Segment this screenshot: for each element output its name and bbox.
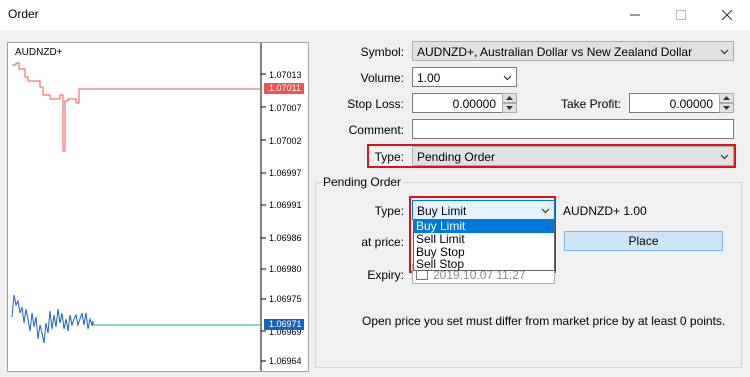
caret-up-icon xyxy=(723,95,730,100)
price-tick: 1.07002 xyxy=(269,136,302,146)
pending-order-group-label: Pending Order xyxy=(321,175,404,189)
stop-loss-value: 0.00000 xyxy=(452,97,496,111)
type-label: Type: xyxy=(374,150,404,164)
chevron-down-icon xyxy=(720,49,729,55)
caret-down-icon xyxy=(723,105,730,110)
price-tick: 1.06986 xyxy=(269,233,302,243)
caret-up-icon xyxy=(506,95,513,100)
maximize-button[interactable] xyxy=(658,0,704,30)
ask-line xyxy=(12,62,261,152)
at-price-label: at price: xyxy=(361,235,404,249)
chart-symbol: AUDNZD+ xyxy=(15,47,63,58)
caret-down-icon xyxy=(506,105,513,110)
maximize-icon xyxy=(676,10,686,20)
title-bar: Order xyxy=(0,0,750,30)
volume-label: Volume: xyxy=(360,71,404,85)
volume-input[interactable]: 1.00 xyxy=(412,67,517,87)
price-tick: 1.07013 xyxy=(269,70,302,80)
price-tick: 1.06997 xyxy=(269,168,302,178)
take-profit-input[interactable]: 0.00000 xyxy=(629,93,734,113)
price-tick: 1.06991 xyxy=(269,200,302,210)
stop-loss-label: Stop Loss: xyxy=(347,97,404,111)
symbol-label: Symbol: xyxy=(360,45,404,59)
place-button[interactable]: Place xyxy=(564,231,723,251)
spin-up-button[interactable] xyxy=(502,93,517,103)
order-type-value: Pending Order xyxy=(417,150,496,164)
bid-price-label: 1.06971 xyxy=(264,319,304,330)
price-tick: 1.06980 xyxy=(269,264,302,274)
stop-loss-spinner[interactable] xyxy=(502,93,517,113)
close-button[interactable] xyxy=(704,0,750,30)
comment-label: Comment: xyxy=(348,123,404,137)
price-tick: 1.06964 xyxy=(269,356,302,366)
pending-type-label: Type: xyxy=(374,204,404,218)
take-profit-spinner[interactable] xyxy=(719,93,734,113)
option-sell-stop[interactable]: Sell Stop xyxy=(414,258,554,271)
bid-line xyxy=(11,294,261,344)
window-title: Order xyxy=(8,7,39,21)
take-profit-value: 0.00000 xyxy=(669,97,713,111)
expiry-label: Expiry: xyxy=(367,268,404,282)
comment-input[interactable] xyxy=(412,119,734,139)
minimize-button[interactable] xyxy=(612,0,658,30)
price-note: Open price you set must differ from mark… xyxy=(362,314,726,328)
spin-down-button[interactable] xyxy=(719,103,734,113)
pending-type-select[interactable]: Buy Limit xyxy=(412,200,555,220)
stop-loss-input[interactable]: 0.00000 xyxy=(412,93,517,113)
price-tick: 1.07007 xyxy=(269,103,302,113)
ask-price-label: 1.07011 xyxy=(264,83,304,94)
symbol-select[interactable]: AUDNZD+, Australian Dollar vs New Zealan… xyxy=(412,41,734,61)
take-profit-label: Take Profit: xyxy=(560,97,621,111)
minimize-icon xyxy=(630,14,640,16)
volume-value: 1.00 xyxy=(417,71,441,85)
chevron-down-icon xyxy=(541,208,550,214)
close-icon xyxy=(722,10,732,20)
chevron-down-icon xyxy=(503,75,512,81)
symbol-value: AUDNZD+, Australian Dollar vs New Zealan… xyxy=(417,45,693,59)
calendar-icon xyxy=(416,270,428,280)
chart-lines xyxy=(11,43,266,371)
price-tick: 1.06975 xyxy=(269,294,302,304)
spin-down-button[interactable] xyxy=(502,103,517,113)
order-type-select[interactable]: Pending Order xyxy=(412,146,734,166)
pending-type-value: Buy Limit xyxy=(417,204,467,218)
spin-up-button[interactable] xyxy=(719,93,734,103)
pending-type-dropdown-list: Buy Limit Sell Limit Buy Stop Sell Stop xyxy=(413,219,555,271)
symbol-volume-info: AUDNZD+ 1.00 xyxy=(563,204,647,218)
tick-chart: AUDNZD+ 1.07013 1.07007 1.07002 1.06997 … xyxy=(7,42,309,372)
chevron-down-icon xyxy=(720,154,729,160)
